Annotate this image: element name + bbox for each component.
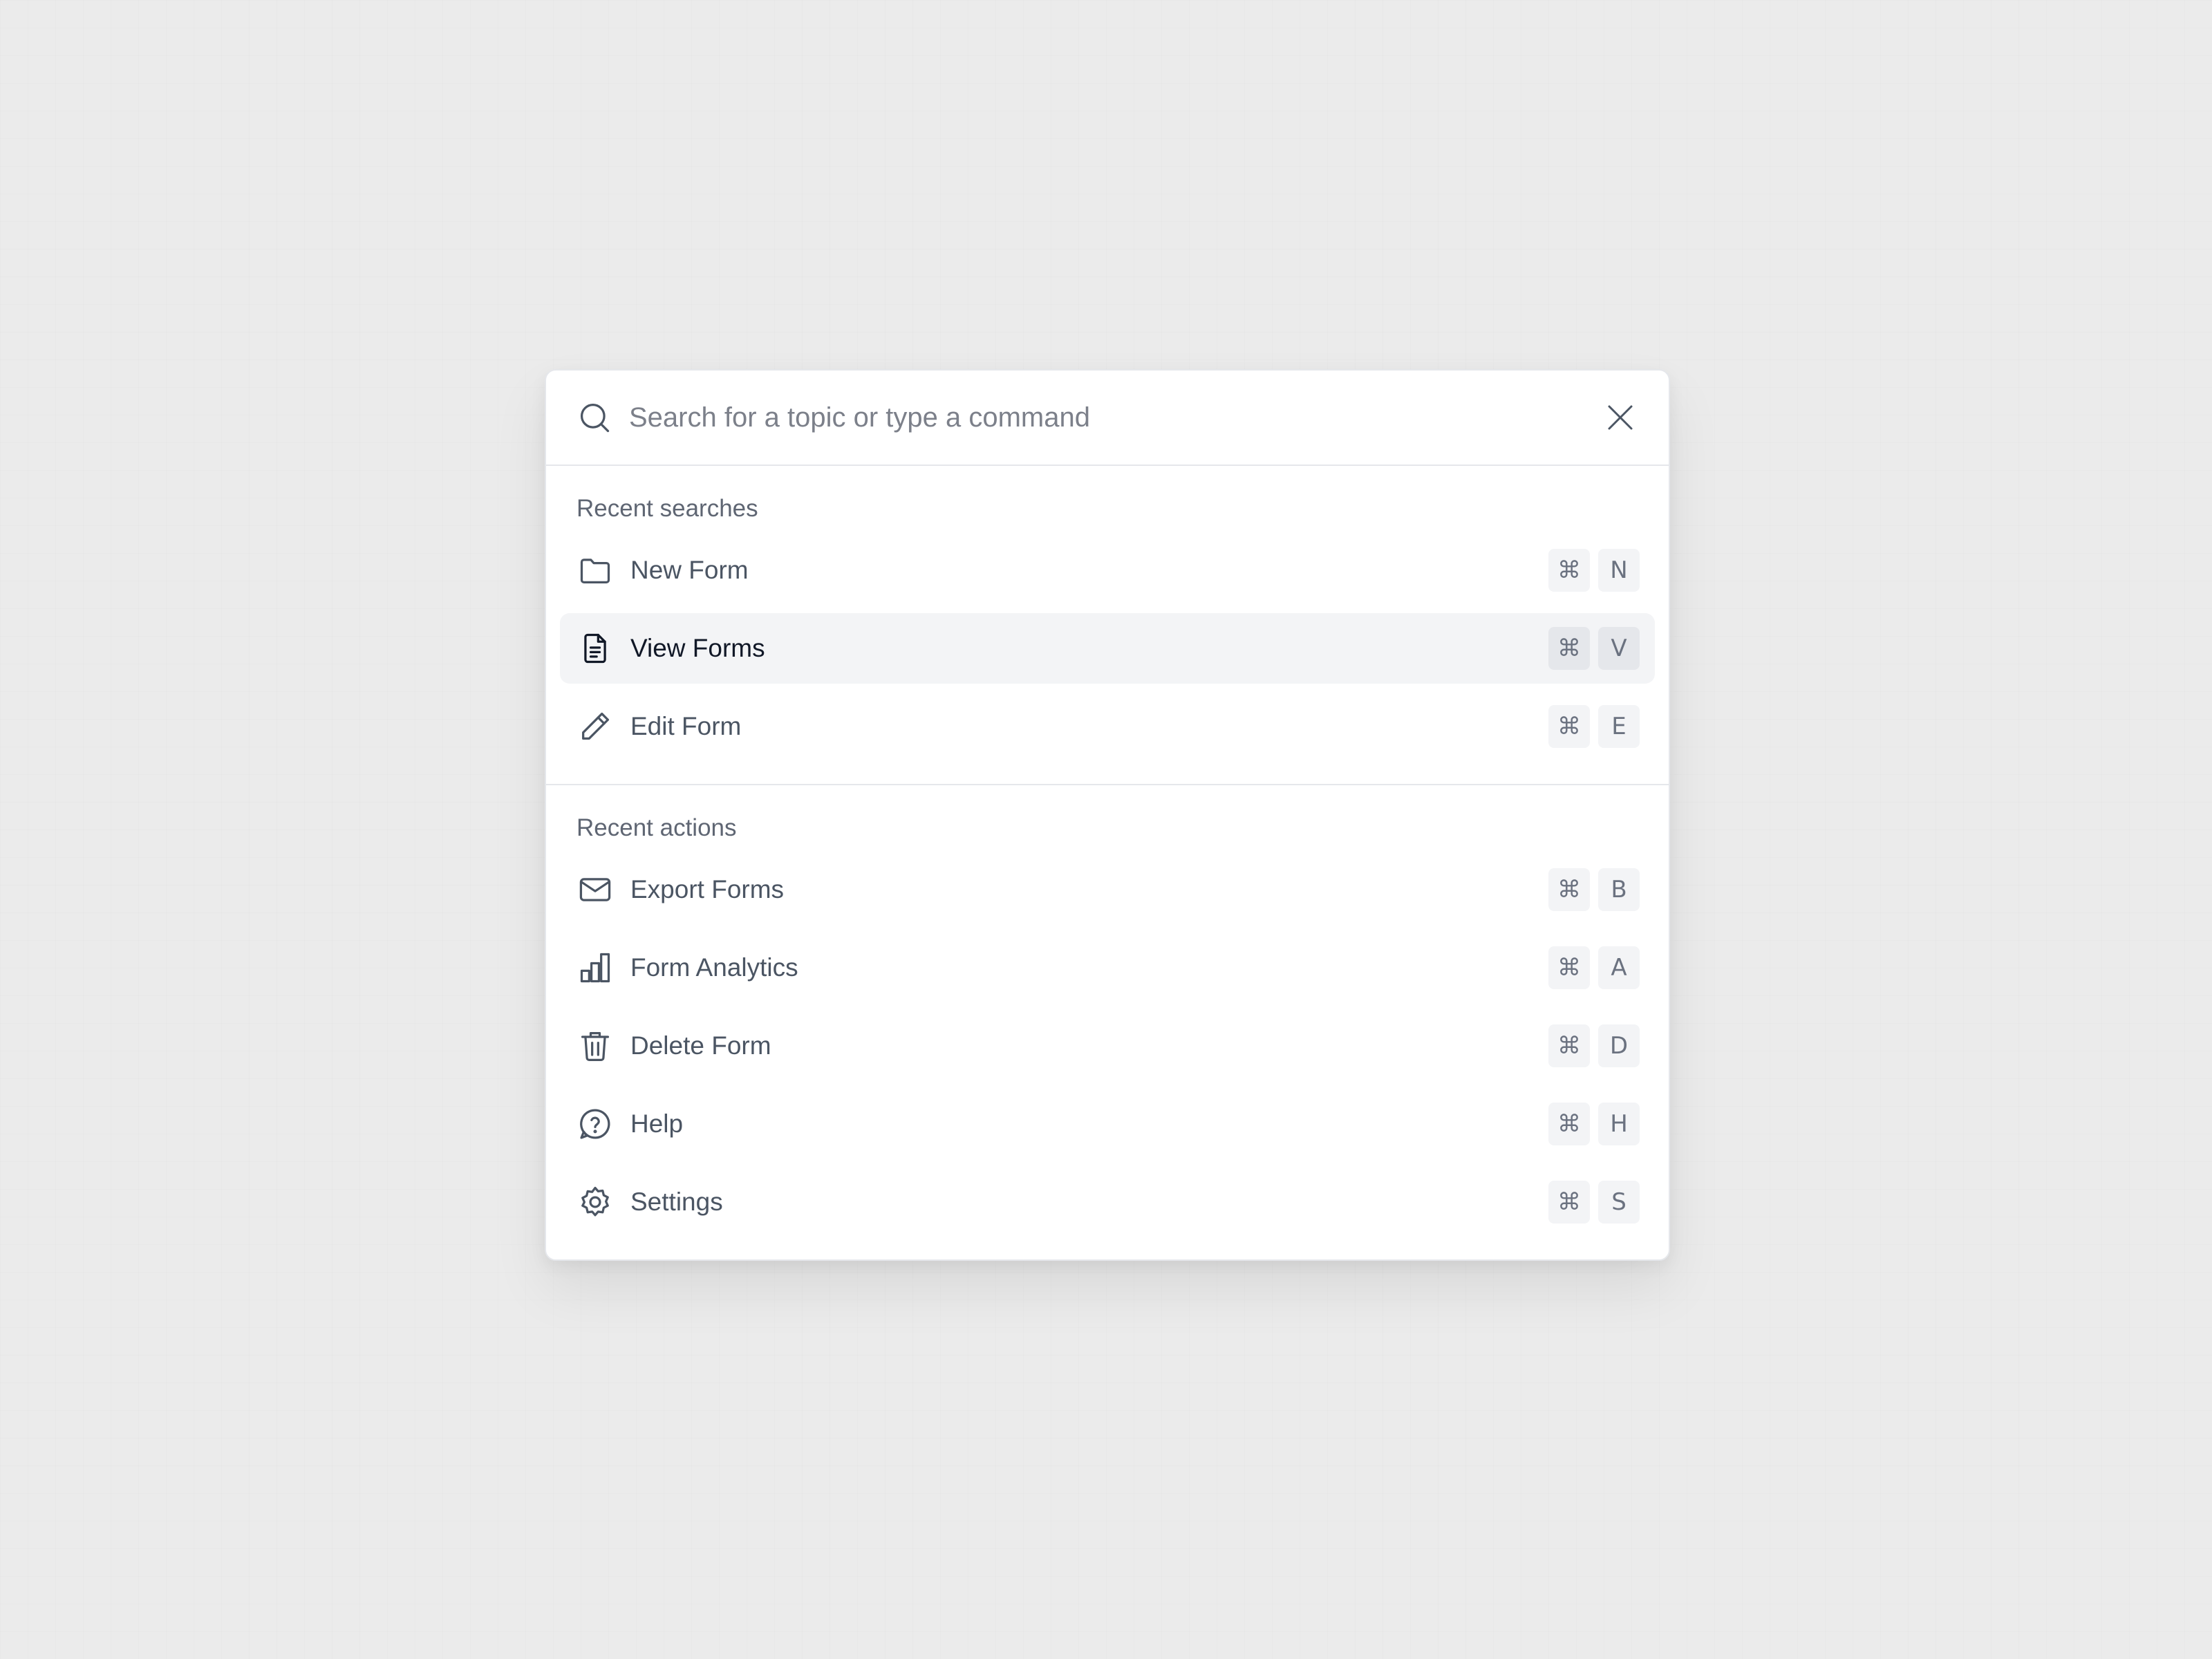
shortcut-key: A xyxy=(1598,946,1640,989)
document-icon xyxy=(577,630,614,667)
gear-icon xyxy=(577,1183,614,1221)
results-list: Recent searches New Form ⌘ N View Forms ⌘ V Edi… xyxy=(546,466,1669,1259)
command-label: Delete Form xyxy=(630,1031,771,1060)
command-label: New Form xyxy=(630,556,749,584)
command-item-view-forms[interactable]: View Forms ⌘ V xyxy=(560,613,1655,684)
command-key: ⌘ xyxy=(1548,946,1590,989)
keyboard-shortcut: ⌘ S xyxy=(1548,1181,1640,1224)
command-label: Edit Form xyxy=(630,712,742,740)
keyboard-shortcut: ⌘ N xyxy=(1548,549,1640,592)
help-circle-icon xyxy=(577,1105,614,1143)
shortcut-key: H xyxy=(1598,1103,1640,1145)
trash-icon xyxy=(577,1027,614,1065)
command-label: Form Analytics xyxy=(630,953,798,982)
command-label: Settings xyxy=(630,1188,723,1216)
command-key: ⌘ xyxy=(1548,1103,1590,1145)
folder-icon xyxy=(577,552,614,589)
command-item-help[interactable]: Help ⌘ H xyxy=(560,1089,1655,1159)
section-title: Recent actions xyxy=(577,814,737,841)
pencil-icon xyxy=(577,708,614,745)
command-key: ⌘ xyxy=(1548,549,1590,592)
section-recent-actions: Recent actions Export Forms ⌘ B Form Analyti… xyxy=(546,784,1669,1259)
command-item-form-analytics[interactable]: Form Analytics ⌘ A xyxy=(560,932,1655,1003)
command-item-delete-form[interactable]: Delete Form ⌘ D xyxy=(560,1011,1655,1081)
command-key: ⌘ xyxy=(1548,1181,1590,1224)
search-bar xyxy=(546,371,1669,466)
shortcut-key: D xyxy=(1598,1024,1640,1067)
search-input[interactable] xyxy=(629,397,1600,438)
close-button[interactable] xyxy=(1600,397,1641,438)
search-icon xyxy=(575,398,614,437)
command-key: ⌘ xyxy=(1548,1024,1590,1067)
command-label: View Forms xyxy=(630,634,765,662)
shortcut-key: S xyxy=(1598,1181,1640,1224)
keyboard-shortcut: ⌘ H xyxy=(1548,1103,1640,1145)
shortcut-key: E xyxy=(1598,705,1640,748)
section-title: Recent searches xyxy=(577,495,758,522)
command-key: ⌘ xyxy=(1548,627,1590,670)
section-recent-searches: Recent searches New Form ⌘ N View Forms ⌘ V Edi… xyxy=(546,466,1669,784)
keyboard-shortcut: ⌘ V xyxy=(1548,627,1640,670)
command-palette: Recent searchesNew Form⌘NView Forms⌘VEdi… xyxy=(545,369,1670,1261)
close-icon xyxy=(1604,401,1637,434)
bar-chart-icon xyxy=(577,949,614,986)
shortcut-key: N xyxy=(1598,549,1640,592)
shortcut-key: V xyxy=(1598,627,1640,670)
keyboard-shortcut: ⌘ B xyxy=(1548,868,1640,911)
command-item-edit-form[interactable]: Edit Form ⌘ E xyxy=(560,691,1655,762)
keyboard-shortcut: ⌘ E xyxy=(1548,705,1640,748)
shortcut-key: B xyxy=(1598,868,1640,911)
keyboard-shortcut: ⌘ D xyxy=(1548,1024,1640,1067)
command-label: Help xyxy=(630,1109,684,1138)
keyboard-shortcut: ⌘ A xyxy=(1548,946,1640,989)
command-item-new-form[interactable]: New Form ⌘ N xyxy=(560,535,1655,606)
command-key: ⌘ xyxy=(1548,868,1590,911)
command-label: Export Forms xyxy=(630,875,785,903)
command-item-export-forms[interactable]: Export Forms ⌘ B xyxy=(560,854,1655,925)
envelope-icon xyxy=(577,871,614,908)
command-item-settings[interactable]: Settings ⌘ S xyxy=(560,1167,1655,1237)
command-key: ⌘ xyxy=(1548,705,1590,748)
